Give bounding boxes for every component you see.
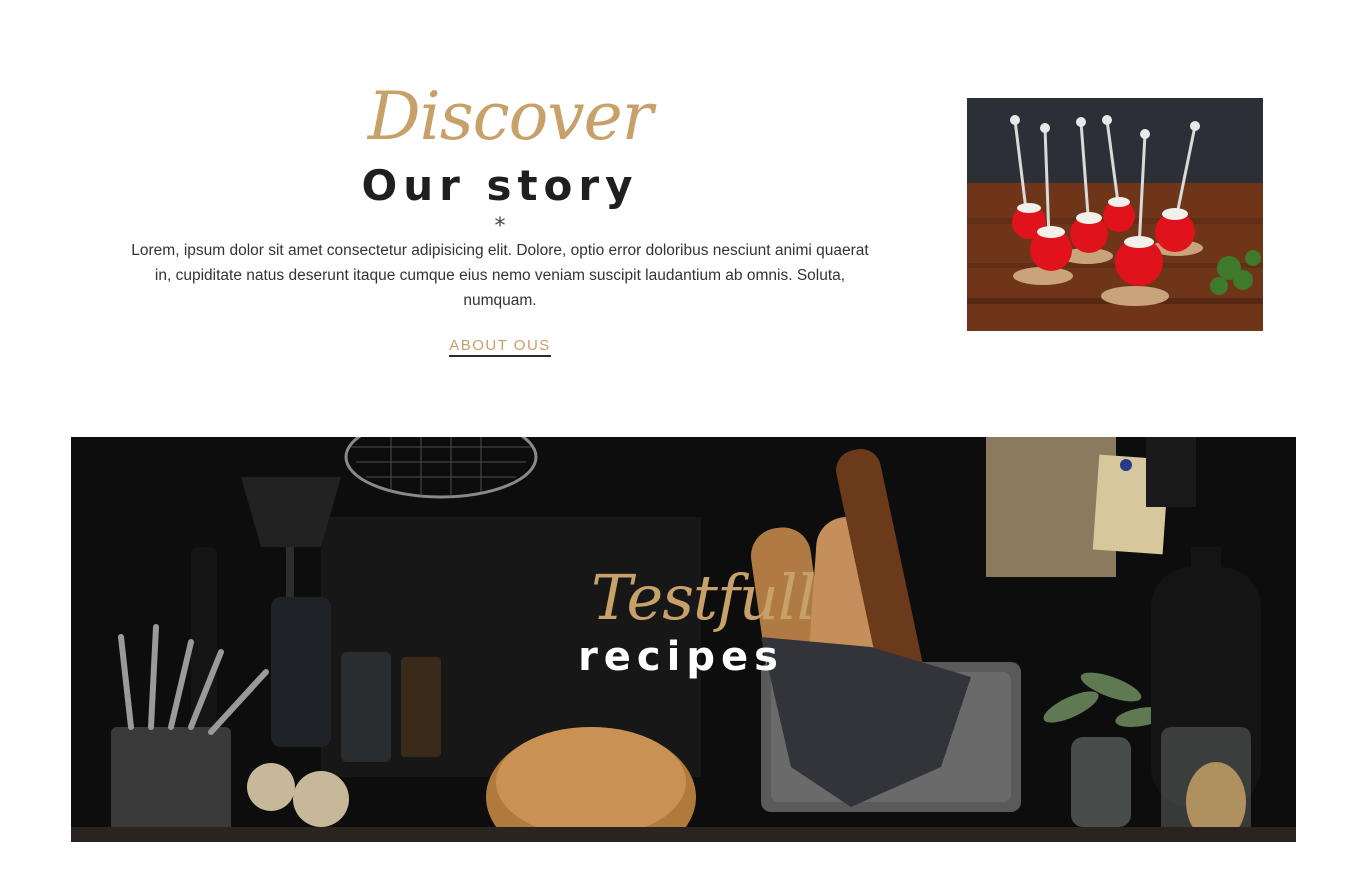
about-us-link[interactable]: ABOUT OUS [449, 337, 551, 357]
about-paragraph: Lorem, ipsum dolor sit amet consectetur … [131, 242, 869, 309]
about-script-title: Discover [367, 78, 654, 155]
about-section: Discover Our story * Lorem, ipsum dolor … [0, 0, 1366, 400]
about-title: Our story [361, 161, 639, 210]
tomato-skewers-illustration [967, 98, 1263, 331]
tomato-skewers-photo [967, 98, 1263, 331]
banner-title: recipes [578, 634, 784, 680]
recipes-banner[interactable]: Testfull recipes [71, 437, 1296, 842]
banner-heading: Testfull recipes [561, 561, 817, 680]
about-text-block: Discover Our story * Lorem, ipsum dolor … [120, 70, 880, 357]
asterisk-divider-icon: * [494, 214, 506, 239]
banner-script-title: Testfull [591, 561, 817, 634]
